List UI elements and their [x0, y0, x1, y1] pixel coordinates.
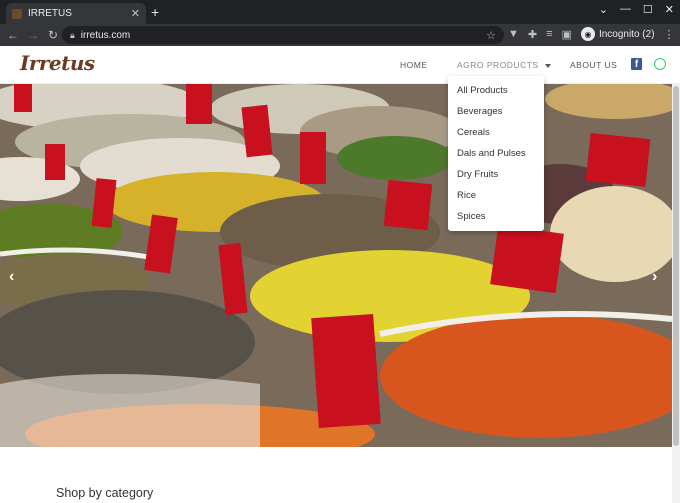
browser-menu-icon[interactable]: ⋮ — [664, 28, 675, 41]
whatsapp-icon[interactable] — [654, 58, 666, 70]
forward-arrow-icon[interactable]: → — [23, 28, 43, 42]
incognito-label: Incognito (2) — [598, 28, 655, 40]
site-header: Irretus HOME AGRO PRODUCTS ABOUT US — [0, 46, 680, 84]
reload-icon[interactable]: ↻ — [43, 28, 63, 42]
toolbar-icons: ▼ ✚ ≡ ▣ ◉ Incognito (2) ⋮ — [508, 27, 675, 41]
dropdown-item-cereals[interactable]: Cereals — [448, 124, 544, 145]
dropdown-item-all-products[interactable]: All Products — [448, 82, 544, 103]
carousel-prev-arrow[interactable]: ‹ — [9, 268, 14, 286]
dropdown-item-spices[interactable]: Spices — [448, 208, 544, 229]
back-arrow-icon[interactable]: ← — [3, 28, 23, 42]
new-tab-button[interactable]: + — [151, 4, 159, 20]
tab-close-icon[interactable]: ✕ — [131, 7, 140, 20]
url-text[interactable]: irretus.com — [81, 30, 486, 41]
incognito-profile-button[interactable]: ◉ Incognito (2) — [580, 27, 655, 41]
site-favicon-icon — [12, 8, 22, 19]
page-scrollbar[interactable] — [672, 84, 680, 503]
close-window-button[interactable]: ✕ — [665, 3, 674, 16]
incognito-icon: ◉ — [580, 27, 595, 41]
dropdown-item-rice[interactable]: Rice — [448, 187, 544, 208]
extensions-puzzle-icon[interactable]: ✚ — [528, 28, 537, 41]
bookmark-star-icon[interactable]: ☆ — [486, 29, 496, 42]
scrollbar-thumb[interactable] — [673, 86, 679, 446]
side-panel-icon[interactable]: ▣ — [562, 28, 572, 41]
dropdown-item-dry-fruits[interactable]: Dry Fruits — [448, 166, 544, 187]
section-title: Shop by category — [56, 486, 154, 500]
dropdown-item-dals-and-pulses[interactable]: Dals and Pulses — [448, 145, 544, 166]
browser-toolbar: ← → ↻ 🔒︎ irretus.com ☆ ▼ ✚ ≡ ▣ ◉ Incogni… — [0, 24, 680, 46]
facebook-icon[interactable]: f — [631, 58, 642, 70]
lock-icon[interactable]: 🔒︎ — [70, 30, 75, 41]
hero-carousel: ‹ › — [0, 84, 672, 447]
browser-tab[interactable]: IRRETUS ✕ — [6, 3, 146, 24]
extension-shield-icon[interactable]: ▼ — [508, 28, 519, 40]
tab-search-icon[interactable]: ⌄ — [599, 3, 608, 16]
chevron-down-icon — [544, 63, 551, 68]
nav-agro-products-label: AGRO PRODUCTS — [457, 60, 539, 70]
media-controls-icon[interactable]: ≡ — [546, 28, 552, 40]
carousel-next-arrow[interactable]: › — [652, 268, 657, 286]
maximize-button[interactable]: ☐ — [643, 3, 653, 16]
tab-title: IRRETUS — [28, 8, 72, 19]
nav-about-us-link[interactable]: ABOUT US — [570, 60, 617, 70]
window-controls: ⌄ — ☐ ✕ — [599, 3, 674, 16]
agro-products-dropdown: All Products Beverages Cereals Dals and … — [448, 76, 544, 231]
nav-agro-products-link[interactable]: AGRO PRODUCTS — [457, 60, 551, 70]
nav-home-link[interactable]: HOME — [400, 60, 428, 70]
site-logo[interactable]: Irretus — [20, 51, 95, 75]
dropdown-item-beverages[interactable]: Beverages — [448, 103, 544, 124]
address-bar[interactable]: 🔒︎ irretus.com ☆ — [62, 26, 504, 44]
minimize-button[interactable]: — — [620, 3, 631, 16]
hero-image-grains — [0, 84, 672, 447]
browser-tab-bar: IRRETUS ✕ + ⌄ — ☐ ✕ — [0, 0, 680, 24]
